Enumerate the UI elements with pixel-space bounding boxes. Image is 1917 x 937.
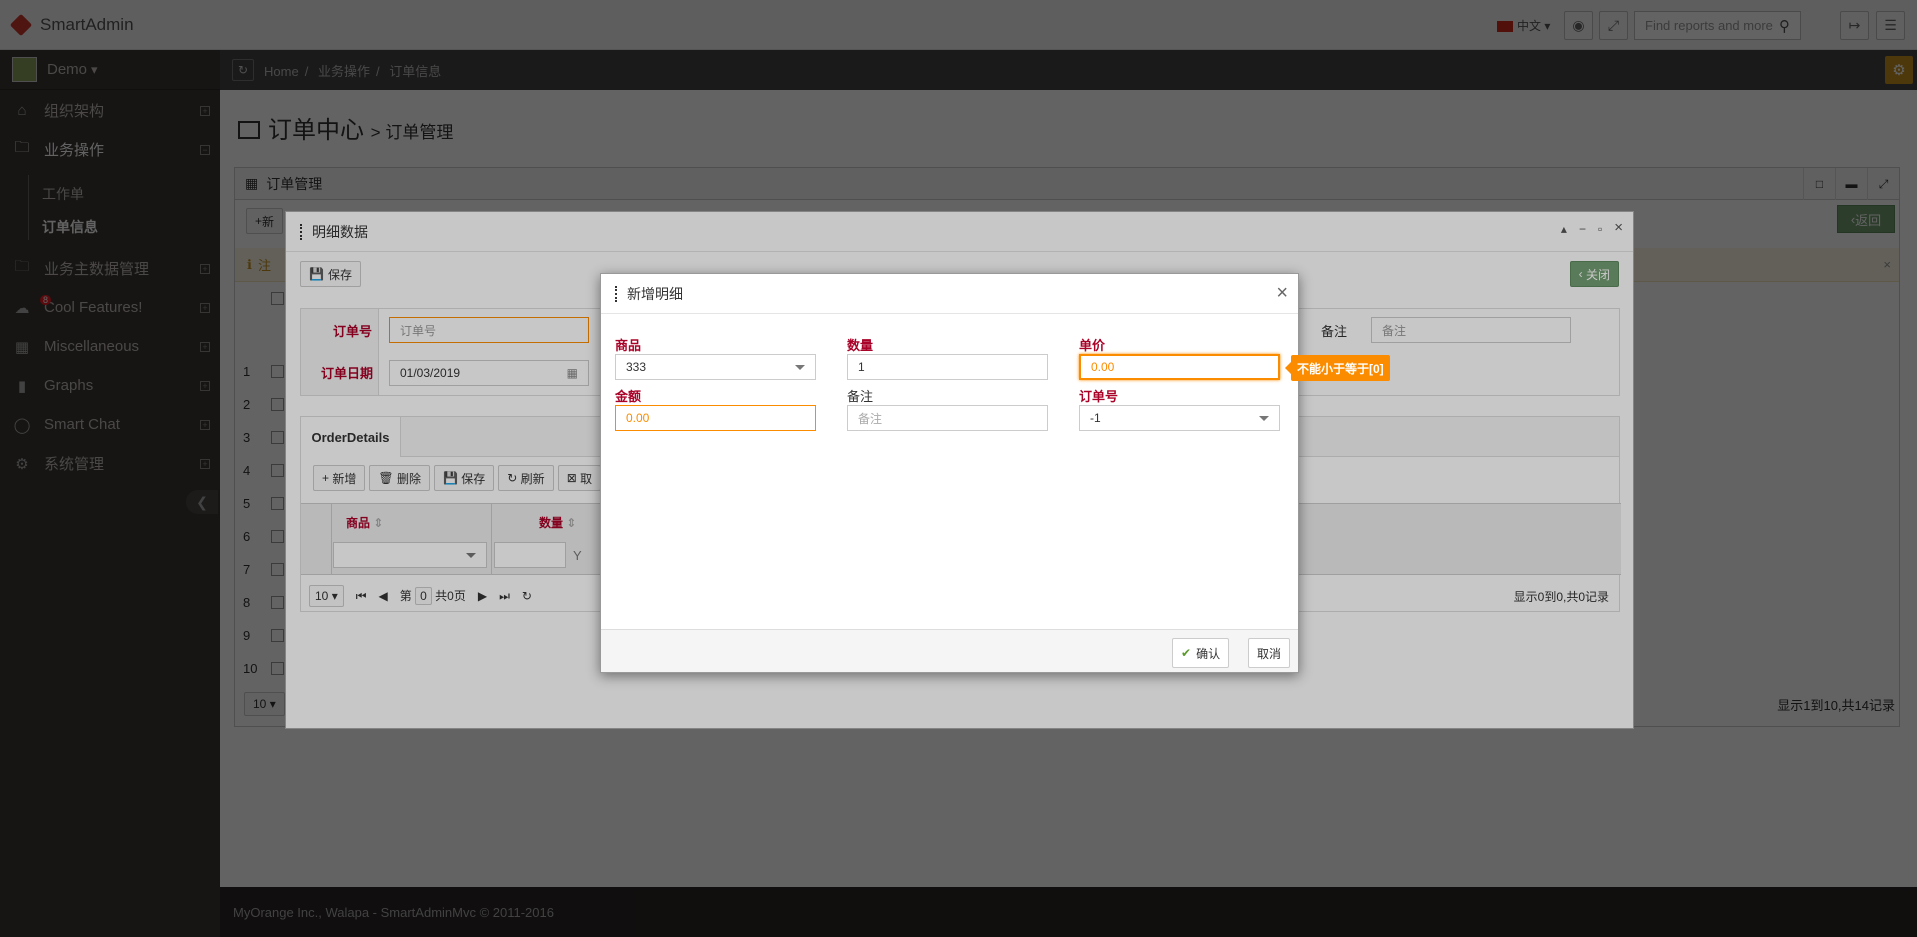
close-icon[interactable]: × — [1276, 283, 1288, 303]
chevron-down-icon — [1259, 415, 1269, 421]
qty-input[interactable]: 1 — [847, 354, 1048, 380]
product-label: 商品 — [615, 338, 642, 353]
remark-label: 备注 — [847, 389, 874, 404]
product-select[interactable]: 333 — [615, 354, 816, 380]
chevron-down-icon — [795, 364, 805, 370]
drag-handle-icon[interactable] — [615, 285, 619, 302]
price-input[interactable]: 0.00 — [1079, 354, 1280, 380]
validation-tooltip: 不能小于等于[0] — [1285, 355, 1390, 381]
price-label: 单价 — [1079, 338, 1106, 353]
check-icon: ✔ — [1181, 646, 1192, 660]
add-detail-modal: 新增明细 × 商品 333 数量 1 单价 0.00 金额 0.00 备注 备注… — [600, 273, 1299, 673]
amount-input[interactable]: 0.00 — [615, 405, 816, 431]
qty-label: 数量 — [847, 338, 874, 353]
confirm-button[interactable]: ✔ 确认 — [1172, 638, 1230, 668]
order-no-label: 订单号 — [1079, 389, 1119, 404]
order-no-select[interactable]: -1 — [1079, 405, 1280, 431]
amount-label: 金额 — [615, 389, 642, 404]
modal-footer: ✔ 确认 取消 — [601, 629, 1298, 672]
cancel-button[interactable]: 取消 — [1248, 638, 1291, 668]
remark-input[interactable]: 备注 — [847, 405, 1048, 431]
